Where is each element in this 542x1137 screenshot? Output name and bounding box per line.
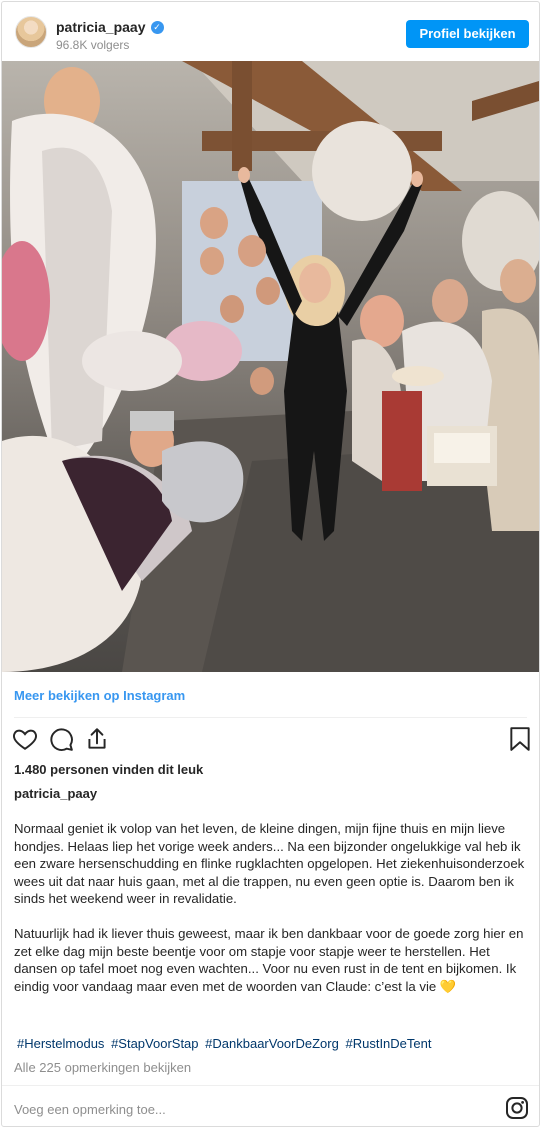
view-all-comments-link[interactable]: Alle 225 opmerkingen bekijken <box>14 1060 191 1075</box>
post-header: patricia_paay ✓ 96.8K volgers Profiel be… <box>2 2 539 62</box>
likes-count[interactable]: 1.480 personen vinden dit leuk <box>14 762 203 777</box>
instagram-embed-card: patricia_paay ✓ 96.8K volgers Profiel be… <box>1 1 540 1127</box>
action-bar <box>12 726 532 752</box>
post-photo[interactable] <box>2 61 539 672</box>
post-caption: Normaal geniet ik volop van het leven, d… <box>14 820 532 1013</box>
add-comment-input[interactable]: Voeg een opmerking toe... <box>14 1102 166 1117</box>
hashtag-link[interactable]: #DankbaarVoorDeZorg <box>205 1036 339 1051</box>
verified-badge-icon: ✓ <box>150 20 164 34</box>
instagram-logo-icon[interactable] <box>505 1096 529 1125</box>
hashtag-link[interactable]: #StapVoorStap <box>111 1036 198 1051</box>
follower-count: 96.8K volgers <box>56 38 130 52</box>
divider <box>14 717 527 718</box>
avatar[interactable] <box>15 16 47 48</box>
post-owner-username[interactable]: patricia_paay <box>14 786 97 801</box>
hashtag-link[interactable]: #Herstelmodus <box>17 1036 104 1051</box>
bookmark-icon[interactable] <box>508 726 532 757</box>
hashtag-list: #Herstelmodus #StapVoorStap #DankbaarVoo… <box>17 1036 434 1051</box>
view-profile-button[interactable]: Profiel bekijken <box>406 20 529 48</box>
hashtag-link[interactable]: #RustInDeTent <box>345 1036 431 1051</box>
share-icon[interactable] <box>84 726 110 757</box>
more-on-instagram-link[interactable]: Meer bekijken op Instagram <box>14 688 185 703</box>
caption-paragraph-1: Normaal geniet ik volop van het leven, d… <box>14 821 525 906</box>
photo-illustration <box>2 61 539 672</box>
heart-icon[interactable] <box>12 726 38 757</box>
username[interactable]: patricia_paay <box>56 19 146 35</box>
caption-paragraph-2: Natuurlijk had ik liever thuis geweest, … <box>14 926 524 994</box>
username-row: patricia_paay ✓ <box>56 19 164 35</box>
comment-icon[interactable] <box>48 726 74 757</box>
divider <box>2 1085 539 1086</box>
